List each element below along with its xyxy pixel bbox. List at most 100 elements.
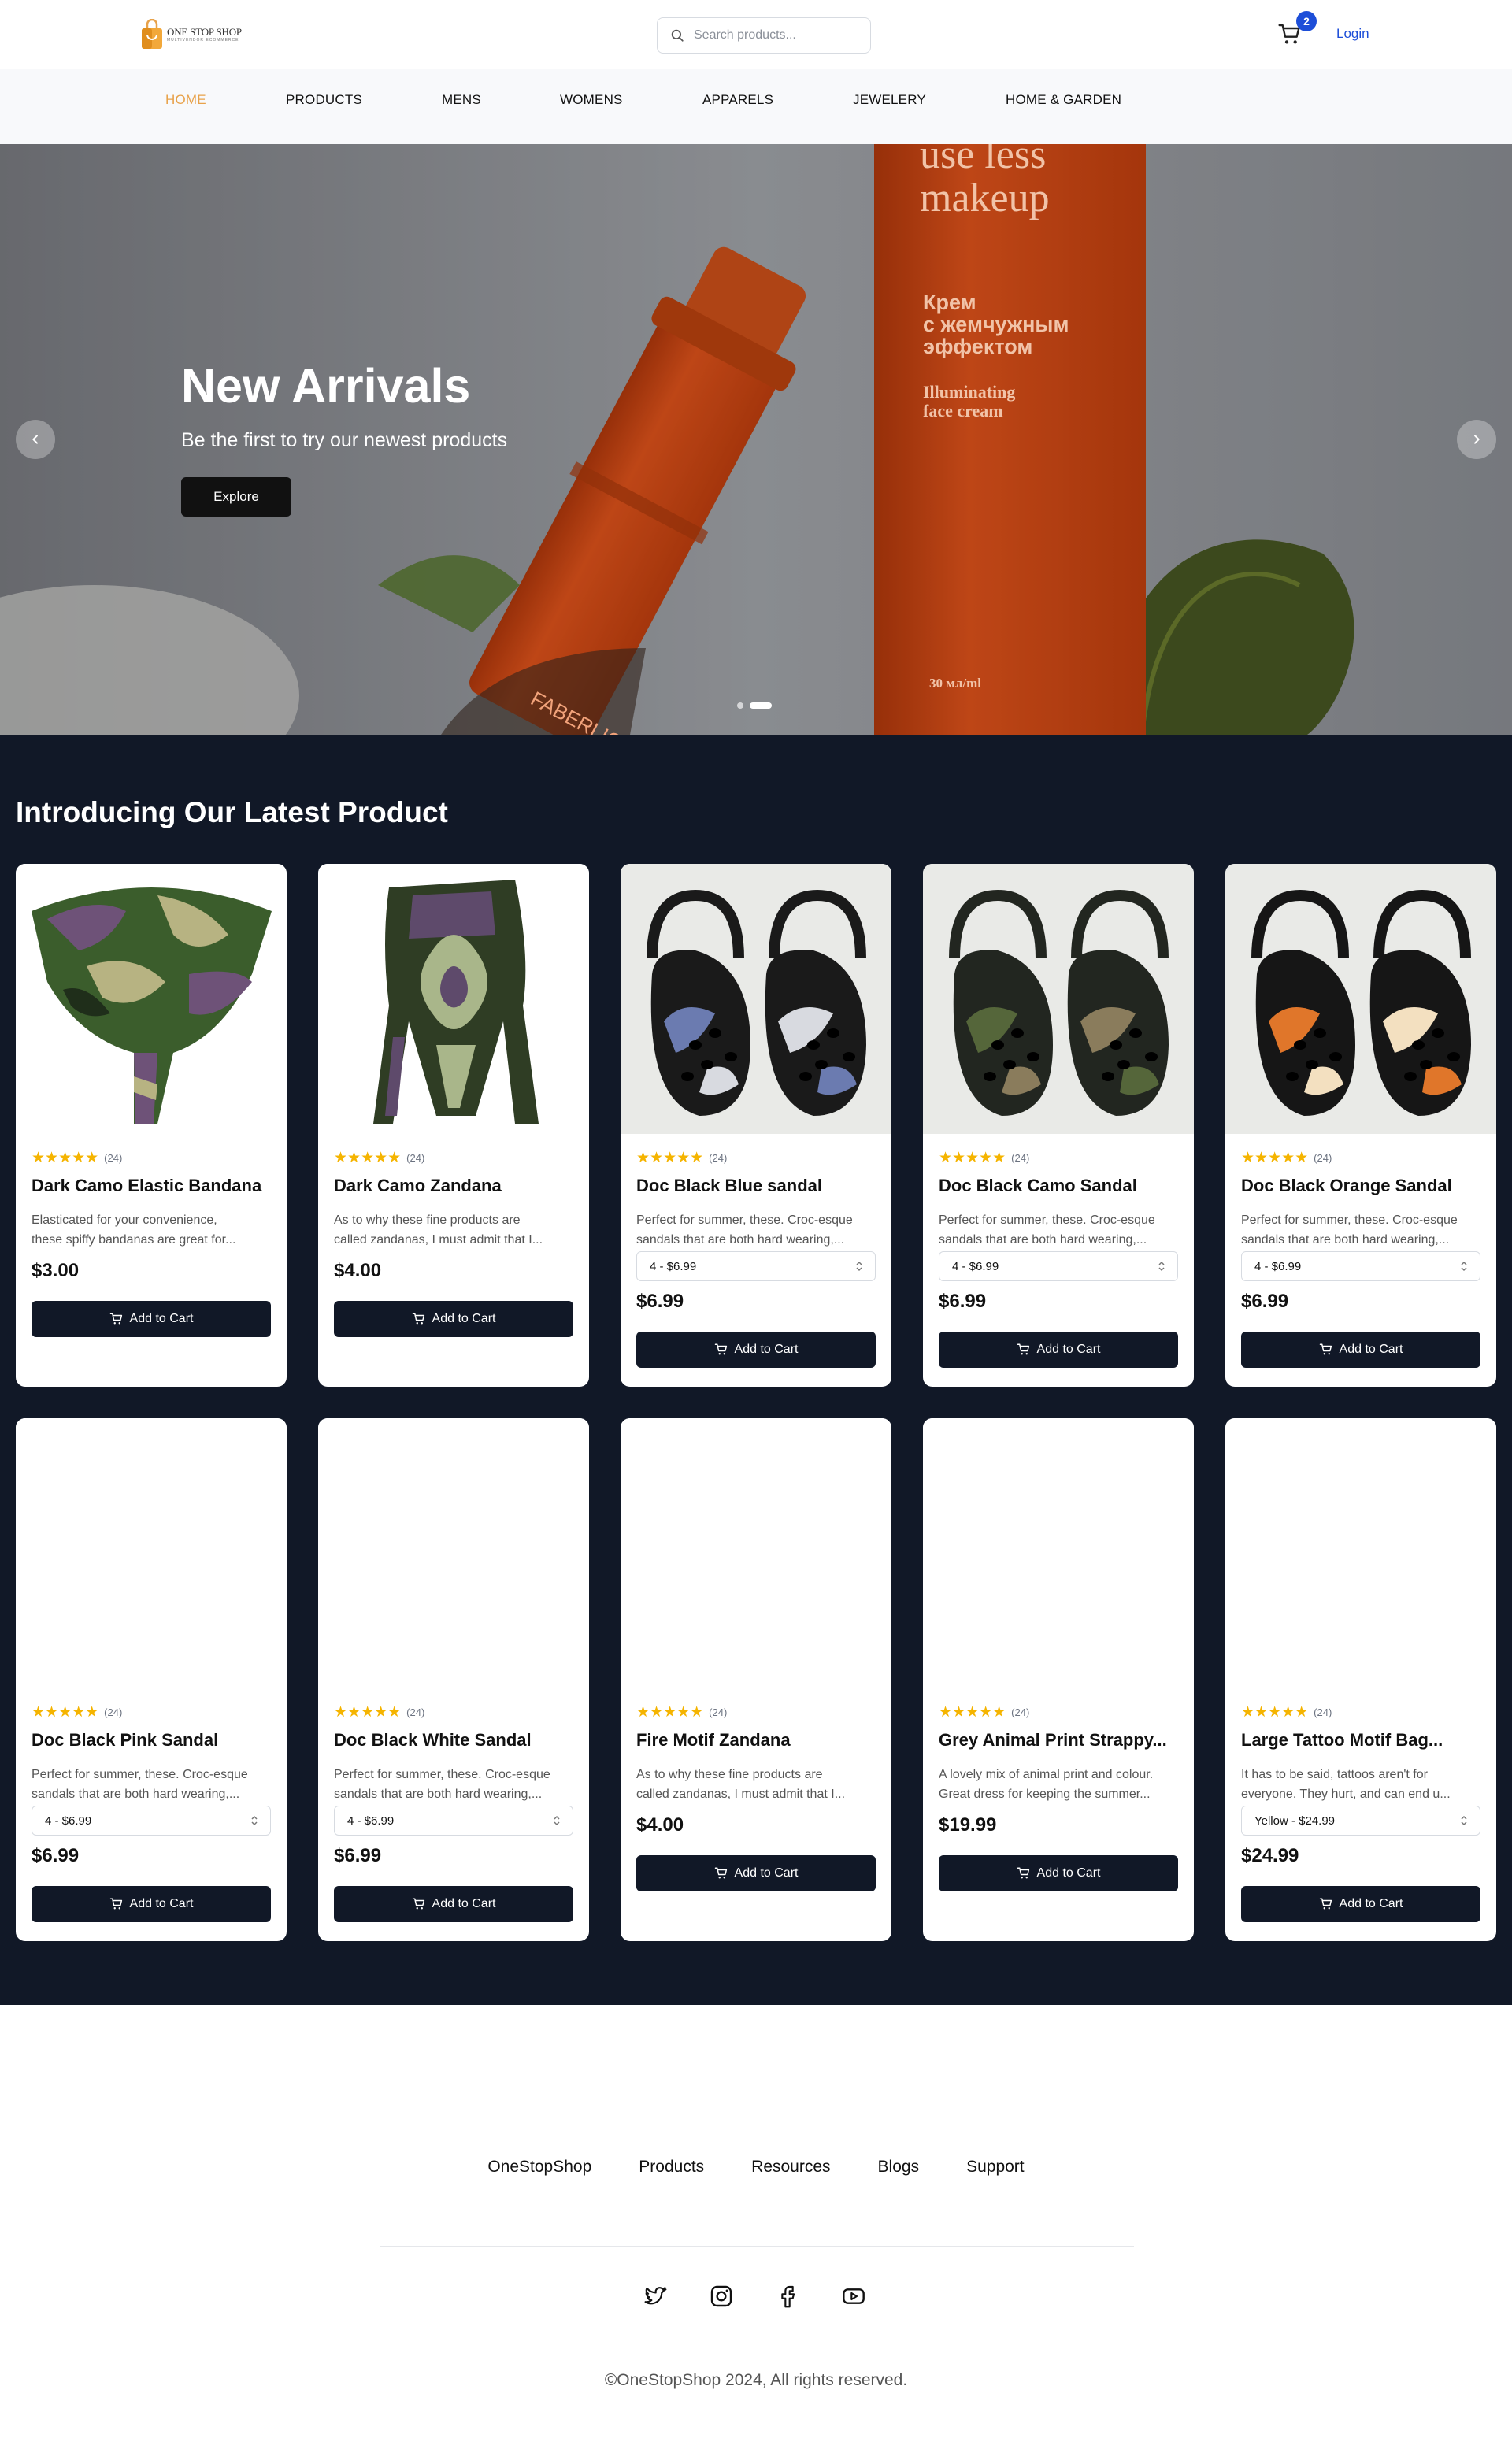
product-card[interactable]: ★★★★★ (24) Grey Animal Print Strappy... … [923, 1418, 1194, 1941]
product-price: $4.00 [636, 1814, 684, 1836]
product-name[interactable]: Doc Black Camo Sandal [939, 1176, 1183, 1196]
carousel-next-button[interactable] [1457, 420, 1496, 459]
product-image[interactable] [16, 864, 287, 1134]
variant-select[interactable]: 4 - $6.99 [939, 1251, 1178, 1281]
product-name[interactable]: Doc Black Blue sandal [636, 1176, 880, 1196]
login-link[interactable]: Login [1336, 26, 1369, 42]
rating-count: (24) [1314, 1706, 1332, 1718]
star-icon: ★★★★★ [636, 1150, 704, 1166]
cart-count-badge: 2 [1296, 11, 1317, 31]
footer-link-resources[interactable]: Resources [751, 2158, 830, 2177]
product-rating: ★★★★★ (24) [1241, 1150, 1332, 1165]
variant-select[interactable]: 4 - $6.99 [334, 1806, 573, 1836]
variant-select[interactable]: 4 - $6.99 [636, 1251, 876, 1281]
add-to-cart-label: Add to Cart [129, 1897, 194, 1910]
product-image[interactable] [923, 864, 1194, 1134]
product-name[interactable]: Grey Animal Print Strappy... [939, 1730, 1183, 1751]
product-name[interactable]: Dark Camo Elastic Bandana [32, 1176, 276, 1196]
search-input[interactable] [694, 28, 851, 43]
add-to-cart-button[interactable]: Add to Cart [1241, 1332, 1480, 1368]
add-to-cart-button[interactable]: Add to Cart [636, 1332, 876, 1368]
nav-item-mens[interactable]: MENS [442, 92, 481, 108]
chevron-updown-icon [856, 1261, 862, 1272]
product-name[interactable]: Dark Camo Zandana [334, 1176, 578, 1196]
product-description: Perfect for summer, these. Croc-esque sa… [32, 1765, 276, 1804]
product-description-line-2: called zandanas, I must admit that I... [334, 1233, 543, 1247]
hero-image-text-8: 30 мл/ml [929, 676, 981, 691]
nav-item-jewelery[interactable]: JEWELERY [853, 92, 926, 108]
product-card[interactable]: ★★★★★ (24) Fire Motif Zandana As to why … [621, 1418, 891, 1941]
product-image[interactable] [318, 864, 589, 1134]
variant-select-value: 4 - $6.99 [1254, 1259, 1302, 1273]
carousel-prev-button[interactable] [16, 420, 55, 459]
product-card[interactable]: ★★★★★ (24) Doc Black Camo Sandal Perfect… [923, 864, 1194, 1387]
explore-button[interactable]: Explore [181, 477, 291, 517]
add-to-cart-label: Add to Cart [1036, 1343, 1101, 1356]
product-image[interactable] [16, 1418, 287, 1688]
add-to-cart-button[interactable]: Add to Cart [939, 1855, 1178, 1891]
product-image[interactable] [318, 1418, 589, 1688]
product-description-line-1: Perfect for summer, these. Croc-esque [636, 1213, 853, 1227]
product-image[interactable] [1225, 864, 1496, 1134]
product-description: Elasticated for your convenience, these … [32, 1210, 276, 1250]
variant-select[interactable]: Yellow - $24.99 [1241, 1806, 1480, 1836]
nav-item-home-garden[interactable]: HOME & GARDEN [1006, 92, 1121, 108]
nav-item-apparels[interactable]: APPARELS [702, 92, 773, 108]
nav-item-womens[interactable]: WOMENS [560, 92, 623, 108]
main-nav: HOME PRODUCTS MENS WOMENS APPARELS JEWEL… [0, 69, 1512, 144]
add-to-cart-button[interactable]: Add to Cart [334, 1886, 573, 1922]
add-to-cart-button[interactable]: Add to Cart [1241, 1886, 1480, 1922]
cart-icon [412, 1898, 424, 1910]
add-to-cart-button[interactable]: Add to Cart [636, 1855, 876, 1891]
footer-link-products[interactable]: Products [639, 2158, 704, 2177]
product-card[interactable]: ★★★★★ (24) Large Tattoo Motif Bag... It … [1225, 1418, 1496, 1941]
product-name[interactable]: Doc Black Orange Sandal [1241, 1176, 1485, 1196]
product-card[interactable]: ★★★★★ (24) Doc Black White Sandal Perfec… [318, 1418, 589, 1941]
rating-count: (24) [709, 1152, 728, 1164]
product-image[interactable] [621, 1418, 891, 1688]
add-to-cart-button[interactable]: Add to Cart [939, 1332, 1178, 1368]
youtube-icon[interactable] [841, 2284, 866, 2309]
product-card[interactable]: ★★★★★ (24) Dark Camo Zandana As to why t… [318, 864, 589, 1387]
variant-select-value: 4 - $6.99 [650, 1259, 697, 1273]
product-description-line-1: As to why these fine products are [334, 1213, 521, 1227]
chevron-right-icon [1474, 435, 1480, 444]
twitter-icon[interactable] [643, 2284, 668, 2309]
rating-count: (24) [104, 1152, 123, 1164]
nav-item-products[interactable]: PRODUCTS [286, 92, 362, 108]
footer-nav: OneStopShop Products Resources Blogs Sup… [0, 2158, 1512, 2177]
product-name[interactable]: Fire Motif Zandana [636, 1730, 880, 1751]
add-to-cart-button[interactable]: Add to Cart [32, 1301, 271, 1337]
instagram-icon[interactable] [709, 2284, 734, 2309]
product-card[interactable]: ★★★★★ (24) Doc Black Blue sandal Perfect… [621, 864, 891, 1387]
product-card[interactable]: ★★★★★ (24) Doc Black Orange Sandal Perfe… [1225, 864, 1496, 1387]
footer-link-support[interactable]: Support [966, 2158, 1025, 2177]
footer-link-onestopshop[interactable]: OneStopShop [487, 2158, 591, 2177]
add-to-cart-button[interactable]: Add to Cart [32, 1886, 271, 1922]
hero-image-text-4: с жемчужным [923, 313, 1069, 336]
product-image[interactable] [621, 864, 891, 1134]
nav-item-home[interactable]: HOME [165, 92, 206, 108]
facebook-icon[interactable] [775, 2284, 800, 2309]
product-card[interactable]: ★★★★★ (24) Dark Camo Elastic Bandana Ela… [16, 864, 287, 1387]
add-to-cart-label: Add to Cart [734, 1343, 799, 1356]
product-description: Perfect for summer, these. Croc-esque sa… [1241, 1210, 1485, 1250]
variant-select[interactable]: 4 - $6.99 [32, 1806, 271, 1836]
product-name[interactable]: Doc Black White Sandal [334, 1730, 578, 1751]
product-image[interactable] [923, 1418, 1194, 1688]
variant-select[interactable]: 4 - $6.99 [1241, 1251, 1480, 1281]
carousel-dot-2[interactable] [750, 702, 772, 709]
carousel-dot-1[interactable] [737, 702, 743, 709]
site-logo[interactable]: ONE STOP SHOP MULTIVENDOR ECOMMERCE [140, 19, 242, 50]
logo-tagline: MULTIVENDOR ECOMMERCE [167, 38, 239, 43]
product-card[interactable]: ★★★★★ (24) Doc Black Pink Sandal Perfect… [16, 1418, 287, 1941]
product-image[interactable] [1225, 1418, 1496, 1688]
hero-image-text-1: use less [920, 144, 1046, 177]
product-name[interactable]: Doc Black Pink Sandal [32, 1730, 276, 1751]
search-box[interactable] [657, 17, 871, 54]
star-icon: ★★★★★ [939, 1150, 1006, 1166]
cart-button[interactable]: 2 [1277, 11, 1317, 49]
add-to-cart-button[interactable]: Add to Cart [334, 1301, 573, 1337]
footer-link-blogs[interactable]: Blogs [878, 2158, 920, 2177]
product-name[interactable]: Large Tattoo Motif Bag... [1241, 1730, 1485, 1751]
